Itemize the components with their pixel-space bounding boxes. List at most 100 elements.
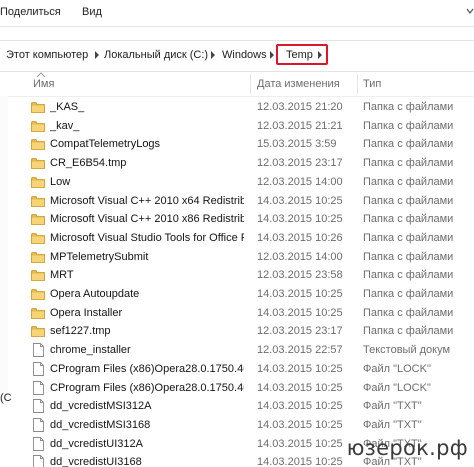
file-list: _KAS_ 12.03.2015 21:20 Папка с файлами _kav…	[0, 96, 474, 467]
file-icon	[33, 343, 44, 358]
file-date: 14.03.2015 10:25	[257, 418, 343, 431]
menu-view[interactable]: Вид	[82, 6, 102, 18]
file-icon	[33, 455, 44, 467]
breadcrumb-temp[interactable]: Temp	[286, 49, 313, 61]
file-name: Opera Autoupdate	[50, 288, 140, 300]
file-date: 12.03.2015 23:17	[257, 157, 343, 170]
folder-icon	[31, 139, 45, 151]
chevron-right-icon[interactable]	[318, 51, 322, 59]
file-row[interactable]: chrome_installer 12.03.2015 22:57 Текстовы…	[0, 341, 474, 359]
file-type: Файл "LOCK"	[363, 381, 431, 394]
file-type: Текстовый докум	[363, 344, 451, 357]
file-type: Файл "LOCK"	[363, 362, 431, 375]
file-row[interactable]: Microsoft Visual C++ 2010 x86 Redistrib.…	[0, 210, 474, 228]
file-type: Папка с файлами	[363, 269, 454, 282]
file-row[interactable]: _KAS_ 12.03.2015 21:20 Папка с файлами	[0, 98, 474, 116]
breadcrumb-windows[interactable]: Windows	[222, 49, 267, 61]
file-name: CProgram Files (x86)Opera28.0.1750.40op.…	[50, 362, 244, 375]
file-name: CompatTelemetryLogs	[50, 138, 161, 151]
file-date: 14.03.2015 10:25	[257, 400, 343, 413]
file-date: 14.03.2015 10:25	[257, 362, 343, 375]
file-date: 12.03.2015 21:21	[257, 119, 343, 132]
file-date: 14.03.2015 10:25	[257, 213, 343, 226]
folder-icon	[31, 158, 45, 169]
file-type: Файл "TXT"	[363, 418, 422, 431]
file-icon	[33, 399, 44, 414]
file-date: 12.03.2015 14:00	[257, 250, 343, 263]
file-icon	[33, 361, 44, 376]
file-name: MRT	[50, 269, 74, 282]
chevron-down-icon[interactable]	[466, 2, 474, 22]
folder-icon	[31, 214, 45, 226]
file-type: Папка с файлами	[363, 157, 454, 170]
file-row[interactable]: Microsoft Visual Studio Tools for Office…	[0, 229, 474, 247]
file-date: 12.03.2015 21:20	[257, 101, 343, 113]
file-row[interactable]: Microsoft Visual C++ 2010 x64 Redistrib.…	[0, 192, 474, 210]
file-type: Папка с файлами	[363, 250, 454, 263]
file-name: Opera Installer	[50, 306, 123, 319]
file-date: 15.03.2015 3:59	[257, 138, 337, 151]
file-row[interactable]: sef1227.tmp 12.03.2015 23:17 Папка с файла…	[0, 322, 474, 340]
file-row[interactable]: CProgram Files (x86)Opera28.0.1750.40op.…	[0, 360, 474, 378]
file-row[interactable]: CProgram Files (x86)Opera28.0.1750.40op.…	[0, 379, 474, 397]
column-divider[interactable]	[357, 74, 358, 94]
menu-share[interactable]: Поделиться	[0, 6, 61, 18]
file-name: dd_vcredistUI3168	[50, 456, 142, 467]
column-header-name[interactable]: Имя	[33, 78, 54, 90]
file-row[interactable]: Opera Autoupdate 14.03.2015 10:25 Папка с …	[0, 285, 474, 303]
folder-icon	[31, 102, 45, 113]
file-name: dd_vcredistUI312A	[50, 437, 143, 450]
file-row[interactable]: _kav_ 12.03.2015 21:21 Папка с файлами	[0, 117, 474, 135]
file-row[interactable]: CompatTelemetryLogs 15.03.2015 3:59 Папка …	[0, 135, 474, 153]
chevron-right-icon[interactable]	[270, 51, 274, 59]
column-divider[interactable]	[250, 74, 251, 94]
file-date: 14.03.2015 10:25	[257, 194, 343, 207]
folder-icon	[31, 120, 45, 132]
folder-icon	[31, 270, 45, 282]
address-bar[interactable]: Этот компьютер Локальный диск (C:) Windo…	[0, 40, 474, 72]
file-date: 14.03.2015 10:26	[257, 231, 343, 244]
file-date: 14.03.2015 10:25	[257, 306, 343, 319]
file-type: Папка с файлами	[363, 175, 454, 188]
file-name: _KAS_	[50, 101, 85, 113]
column-header-date[interactable]: Дата изменения	[257, 78, 340, 90]
file-icon	[33, 417, 44, 432]
file-type: Папка с файлами	[363, 101, 454, 113]
file-row[interactable]: dd_vcredistMSI3168 14.03.2015 10:25 Файл "…	[0, 416, 474, 434]
file-type: Файл "TXT"	[363, 400, 422, 413]
file-name: CProgram Files (x86)Opera28.0.1750.40op.…	[50, 381, 244, 394]
file-name: chrome_installer	[50, 344, 131, 357]
column-header-type[interactable]: Тип	[363, 78, 381, 90]
chevron-right-icon[interactable]	[95, 51, 99, 59]
file-name: sef1227.tmp	[50, 325, 111, 338]
file-name: Microsoft Visual C++ 2010 x86 Redistrib.…	[50, 213, 244, 226]
folder-icon	[31, 251, 45, 263]
file-type: Папка с файлами	[363, 213, 454, 226]
file-row[interactable]: dd_vcredistMSI312A 14.03.2015 10:25 Файл "…	[0, 397, 474, 415]
file-type: Папка с файлами	[363, 325, 454, 338]
file-type: Папка с файлами	[363, 231, 454, 244]
folder-icon	[31, 176, 45, 188]
file-date: 14.03.2015 10:25	[257, 381, 343, 394]
watermark: юзерок.рф	[346, 436, 468, 460]
file-date: 12.03.2015 14:00	[257, 175, 343, 188]
folder-icon	[31, 326, 45, 338]
folder-icon	[31, 289, 45, 300]
file-row[interactable]: Opera Installer 14.03.2015 10:25 Папка с ф…	[0, 304, 474, 322]
ribbon-menu-bar: Поделиться Вид	[0, 0, 474, 27]
folder-icon	[31, 195, 45, 207]
file-row[interactable]: MRT 12.03.2015 23:58 Папка с файлами	[0, 266, 474, 284]
file-name: Low	[50, 175, 71, 188]
column-headers: Имя Дата изменения Тип	[0, 72, 474, 97]
file-row[interactable]: Low 12.03.2015 14:00 Папка с файлами	[0, 173, 474, 191]
file-row[interactable]: CR_E6B54.tmp 12.03.2015 23:17 Папка с файл…	[0, 154, 474, 172]
file-name: Microsoft Visual C++ 2010 x64 Redistrib.…	[50, 194, 244, 207]
file-date: 14.03.2015 10:25	[257, 437, 343, 450]
file-icon	[33, 436, 44, 451]
breadcrumb-local-disk[interactable]: Локальный диск (C:)	[104, 49, 208, 61]
file-row[interactable]: MPTelemetrySubmit 12.03.2015 14:00 Папка с…	[0, 248, 474, 266]
file-date: 12.03.2015 23:58	[257, 269, 343, 282]
chevron-right-icon[interactable]	[211, 51, 215, 59]
breadcrumb-this-pc[interactable]: Этот компьютер	[6, 49, 88, 61]
file-name: Microsoft Visual Studio Tools for Office…	[50, 231, 244, 244]
